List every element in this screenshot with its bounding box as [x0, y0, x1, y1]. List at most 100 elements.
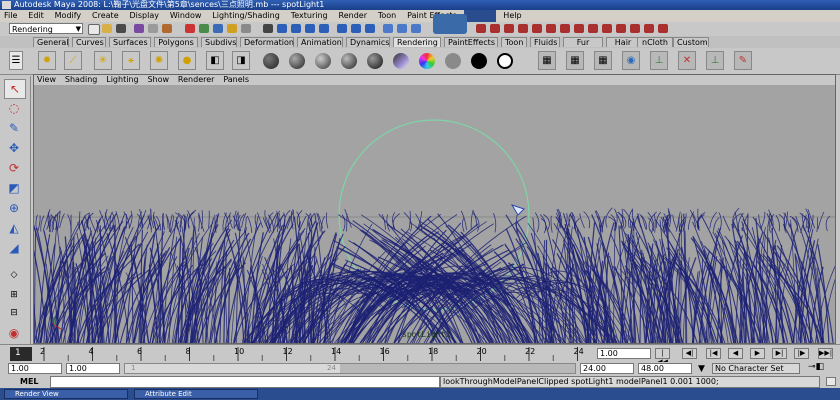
lasso-tool-icon[interactable]: ◌: [4, 99, 24, 117]
step-back-key-button[interactable]: ◀|: [682, 348, 697, 359]
toggle-attribute-editor-icon[interactable]: [490, 24, 500, 33]
four-view-layout-icon[interactable]: ⊞: [4, 286, 24, 304]
menu-lighting-shading[interactable]: Lighting/Shading: [208, 10, 284, 22]
go-to-end-button[interactable]: ▶▶|: [818, 348, 833, 359]
render-settings-icon[interactable]: [411, 24, 421, 33]
range-slider[interactable]: 1 24: [124, 363, 576, 374]
range-slider-handle[interactable]: [125, 364, 340, 373]
directional-light-icon[interactable]: ⟋: [64, 51, 82, 70]
snap-point-icon[interactable]: [291, 24, 301, 33]
make-light-links-icon[interactable]: ⊥: [706, 51, 724, 70]
persp-outliner-layout-icon[interactable]: ⊟: [4, 304, 24, 322]
command-language-label[interactable]: MEL: [20, 377, 39, 386]
paint-tool-icon[interactable]: ✎: [734, 51, 752, 70]
tab-animation[interactable]: Animation: [297, 37, 343, 47]
tab-surfaces[interactable]: Surfaces: [109, 37, 151, 47]
end-time-field[interactable]: 48.00: [638, 363, 692, 374]
tab-fluids[interactable]: Fluids: [530, 37, 560, 47]
menu-help[interactable]: Help: [499, 10, 525, 22]
mask-joints-icon[interactable]: [199, 24, 209, 33]
mask-deformations-icon[interactable]: [241, 24, 251, 33]
menu-edit[interactable]: Edit: [24, 10, 48, 22]
panel-menu-shading[interactable]: Shading: [62, 75, 101, 85]
mask-surfaces-icon[interactable]: [227, 24, 237, 33]
tab-subdivs[interactable]: Subdivs: [201, 37, 237, 47]
snap-grid-icon[interactable]: [263, 24, 273, 33]
select-component-icon[interactable]: [162, 24, 172, 33]
hypershade-shelf-icon[interactable]: ◉: [622, 51, 640, 70]
tool-settings-icon[interactable]: [658, 24, 668, 33]
panel-menu-show[interactable]: Show: [144, 75, 172, 85]
panel-toggle-icon[interactable]: [546, 24, 556, 33]
construction-history-icon[interactable]: [365, 24, 375, 33]
hypershade-icon[interactable]: [574, 24, 584, 33]
ipr-render-icon[interactable]: [397, 24, 407, 33]
use-background-icon[interactable]: [496, 51, 514, 70]
panel-menu-view[interactable]: View: [34, 75, 59, 85]
open-scene-icon[interactable]: [102, 24, 112, 33]
tab-painteffects[interactable]: PaintEffects: [444, 37, 498, 47]
playback-end-field[interactable]: 24.00: [580, 363, 634, 374]
output-ops-icon[interactable]: [351, 24, 361, 33]
outliner-icon[interactable]: [588, 24, 598, 33]
input-ops-icon[interactable]: [337, 24, 347, 33]
play-backwards-button[interactable]: ◀: [728, 348, 743, 359]
tab-deformation[interactable]: Deformation: [240, 37, 294, 47]
universal-manipulator-icon[interactable]: ⊕: [4, 199, 24, 217]
volume-light-icon[interactable]: ●: [178, 51, 196, 70]
anisotropic-sphere-icon[interactable]: [366, 51, 384, 70]
mask-handles-icon[interactable]: [185, 24, 195, 33]
camera-aim-icon[interactable]: ◨: [232, 51, 250, 70]
lambert-sphere-icon[interactable]: [262, 51, 280, 70]
select-object-icon[interactable]: [148, 24, 158, 33]
tab-polygons[interactable]: Polygons: [154, 37, 198, 47]
layout-toggle-icon[interactable]: [560, 24, 570, 33]
script-editor-icon[interactable]: [616, 24, 626, 33]
time-slider-ruler[interactable]: 2 4 6 8 10 12 14 16 18 20 22 24: [0, 345, 595, 363]
viewport-3d[interactable]: spotLight1: [25, 85, 840, 344]
surface-shader-icon[interactable]: [470, 51, 488, 70]
taskbar-attribute-editor[interactable]: Attribute Edit: [134, 389, 258, 399]
render-layout-icon[interactable]: ◉: [4, 324, 24, 342]
new-scene-icon[interactable]: [88, 24, 100, 35]
scale-tool-icon[interactable]: ◩: [4, 179, 24, 197]
soft-modification-icon[interactable]: ◭: [4, 219, 24, 237]
step-forward-frame-button[interactable]: ▶|: [772, 348, 787, 359]
shading-map-icon[interactable]: [444, 51, 462, 70]
tab-general[interactable]: General: [33, 37, 69, 47]
character-set-arrow-icon[interactable]: ▼: [698, 364, 705, 374]
break-light-links-icon[interactable]: ✕: [678, 51, 696, 70]
select-hierarchy-icon[interactable]: [134, 24, 144, 33]
single-perspective-layout-icon[interactable]: ◇: [4, 266, 24, 284]
render-frame-icon[interactable]: [383, 24, 393, 33]
render-globals-icon[interactable]: ▦: [594, 51, 612, 70]
hypergraph-icon[interactable]: [644, 24, 654, 33]
phonge-sphere-icon[interactable]: [340, 51, 358, 70]
tab-rendering[interactable]: Rendering: [393, 37, 441, 47]
spot-light-icon[interactable]: ⚹: [122, 51, 140, 70]
command-input[interactable]: [50, 376, 440, 388]
phong-sphere-icon[interactable]: [314, 51, 332, 70]
menu-window[interactable]: Window: [166, 10, 206, 22]
move-tool-icon[interactable]: ✥: [4, 139, 24, 157]
tab-custom[interactable]: Custom: [673, 37, 709, 47]
camera-icon[interactable]: ◧: [206, 51, 224, 70]
render-current-frame-icon[interactable]: ▦: [538, 51, 556, 70]
menu-toon[interactable]: Toon: [374, 10, 400, 22]
show-manipulator-icon[interactable]: ◢: [4, 239, 24, 257]
go-to-start-button[interactable]: |◀◀: [655, 348, 670, 366]
light-linking-icon[interactable]: ⊥: [650, 51, 668, 70]
menu-texturing[interactable]: Texturing: [287, 10, 332, 22]
taskbar-render-view[interactable]: Render View: [4, 389, 128, 399]
menu-file[interactable]: File: [0, 10, 21, 22]
graph-editor-icon[interactable]: [602, 24, 612, 33]
ambient-light-icon[interactable]: ✹: [38, 51, 56, 70]
point-light-icon[interactable]: ✳: [94, 51, 112, 70]
shelf-menu-icon[interactable]: ☰: [9, 51, 23, 70]
area-light-icon[interactable]: ✺: [150, 51, 168, 70]
layered-shader-icon[interactable]: [392, 51, 410, 70]
step-back-frame-button[interactable]: |◀: [706, 348, 721, 359]
panel-menu-lighting[interactable]: Lighting: [103, 75, 141, 85]
ramp-shader-icon[interactable]: [418, 51, 436, 70]
auto-key-icon[interactable]: ⊸◧: [808, 362, 824, 372]
